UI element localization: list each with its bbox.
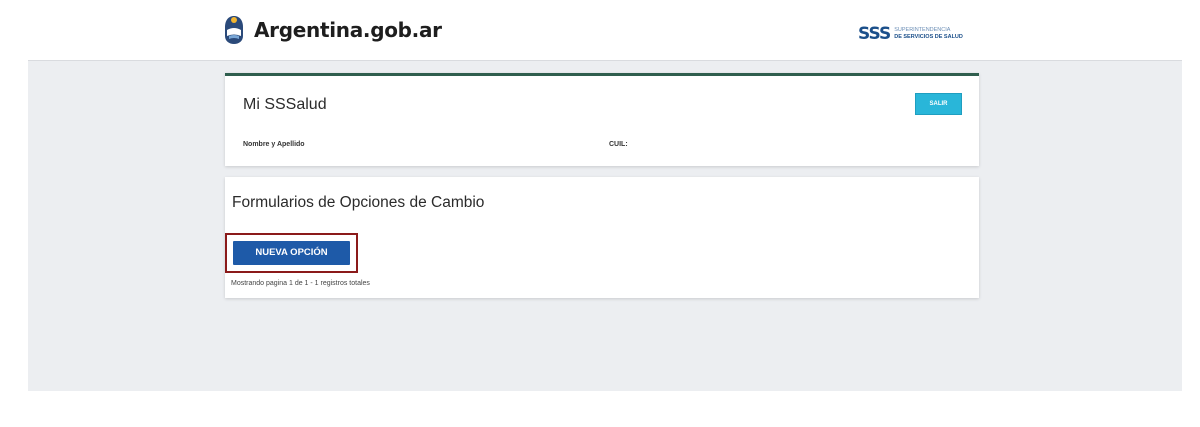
sss-mark: SSS <box>858 24 891 44</box>
sss-subtitle-line-2: de Servicios de Salud <box>894 34 963 40</box>
logout-button[interactable]: Salir <box>915 93 962 115</box>
argentina-sun-shield-icon <box>225 16 243 44</box>
brand-name: Argentina.gob.ar <box>254 18 442 42</box>
pagination-info: Mostrando pagina 1 de 1 - 1 registros to… <box>231 280 370 287</box>
forms-card: Formularios de Opciones de Cambio NUEVA … <box>225 177 979 298</box>
highlight-frame: NUEVA OPCIÓN <box>225 233 358 273</box>
sss-logo: SSS Superintendencia de Servicios de Sal… <box>858 24 963 44</box>
sss-subtitle: Superintendencia de Servicios de Salud <box>894 27 963 41</box>
profile-card: Mi SSSalud Salir Nombre y Apellido CUIL: <box>225 73 979 166</box>
forms-title: Formularios de Opciones de Cambio <box>232 194 485 211</box>
profile-title: Mi SSSalud <box>243 96 327 113</box>
full-name-label: Nombre y Apellido <box>243 141 305 148</box>
argentina-brand-link[interactable]: Argentina.gob.ar <box>222 14 442 46</box>
new-option-button[interactable]: NUEVA OPCIÓN <box>233 241 350 265</box>
site-header: Argentina.gob.ar SSS Superintendencia de… <box>0 0 1200 60</box>
cuil-label: CUIL: <box>609 141 628 148</box>
sss-subtitle-line-1: Superintendencia <box>894 27 951 33</box>
